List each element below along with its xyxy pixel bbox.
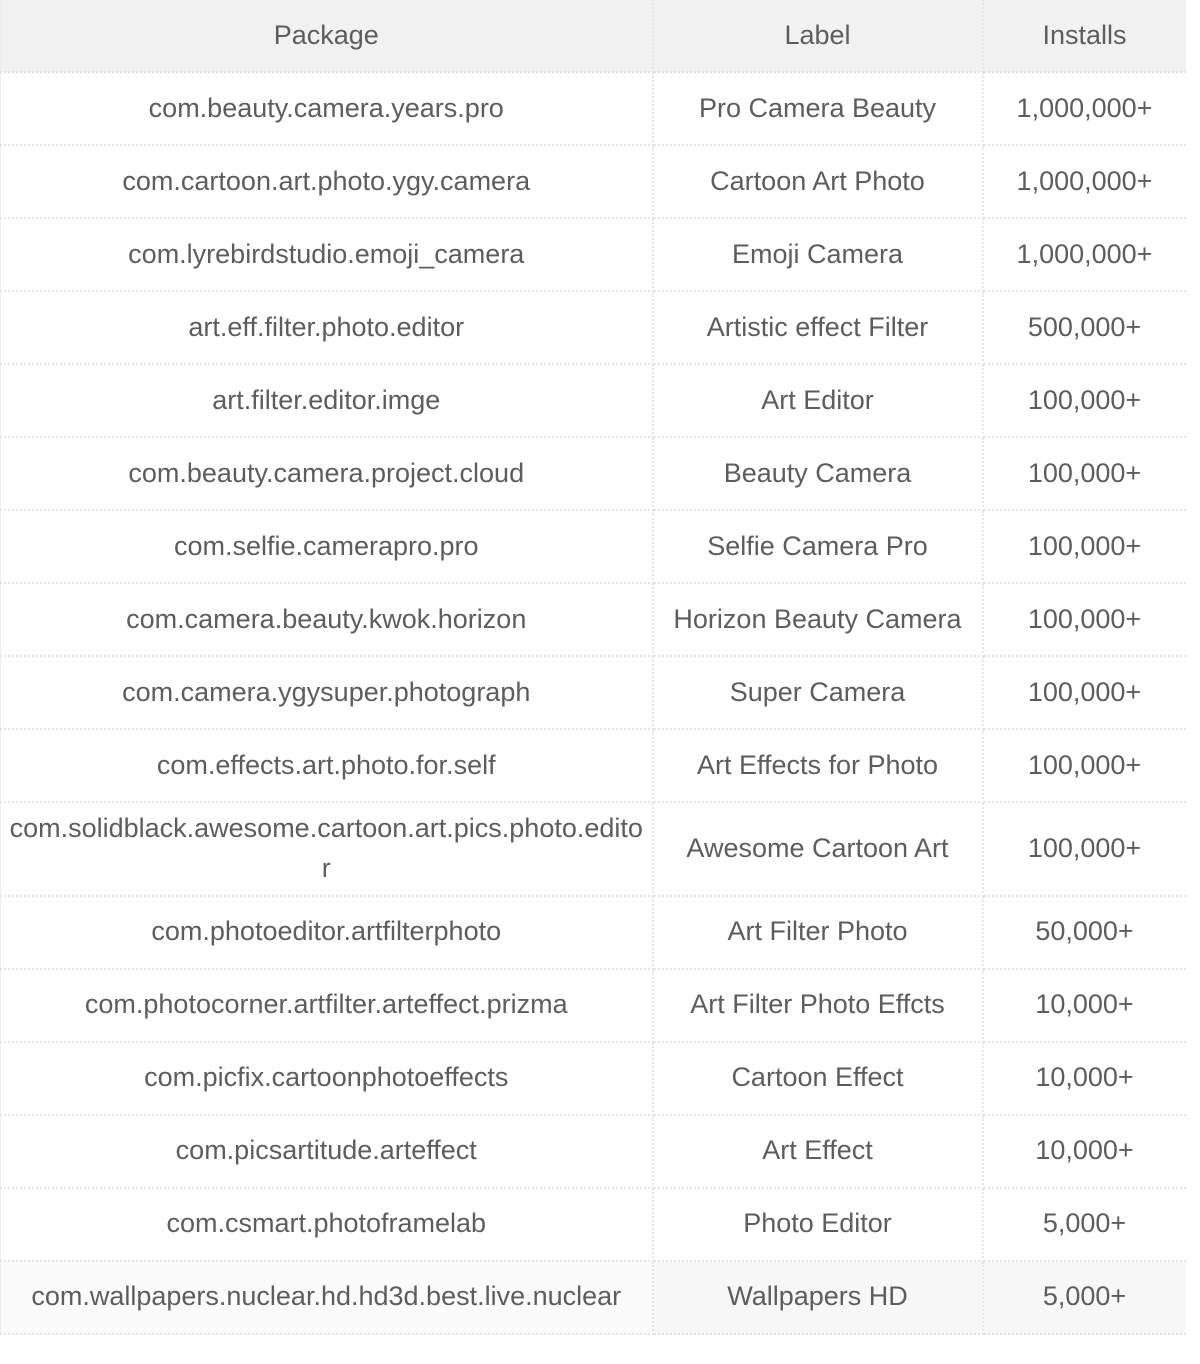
cell-label: Cartoon Effect (652, 1041, 984, 1116)
cell-label: Art Filter Photo (652, 895, 984, 970)
cell-installs: 100,000+ (982, 437, 1186, 511)
cell-package: com.picfix.cartoonphotoeffects (0, 1041, 654, 1116)
table-row[interactable]: com.picfix.cartoonphotoeffects Cartoon Ef… (0, 1041, 1186, 1116)
table-row[interactable]: art.filter.editor.imge Art Editor 100,000+ (0, 364, 1186, 438)
cell-label: Cartoon Art Photo (652, 145, 984, 219)
cell-label: Artistic effect Filter (652, 291, 984, 365)
table-row[interactable]: com.camera.beauty.kwok.horizon Horizon Be… (0, 583, 1186, 657)
table-header: Package Label Installs (0, 0, 1186, 73)
cell-package: com.picsartitude.arteffect (0, 1114, 654, 1189)
cell-label: Art Filter Photo Effcts (652, 968, 984, 1043)
cell-package: com.beauty.camera.project.cloud (0, 437, 654, 511)
cell-package: com.lyrebirdstudio.emoji_camera (0, 218, 654, 292)
cell-label: Photo Editor (652, 1187, 984, 1262)
cell-package: com.photocorner.artfilter.arteffect.priz… (0, 968, 654, 1043)
column-header-installs[interactable]: Installs (982, 0, 1186, 73)
cell-package: com.camera.beauty.kwok.horizon (0, 583, 654, 657)
cell-package: com.beauty.camera.years.pro (0, 72, 654, 146)
cell-label: Awesome Cartoon Art (652, 802, 984, 897)
cell-installs: 10,000+ (982, 1041, 1186, 1116)
cell-installs: 1,000,000+ (982, 218, 1186, 292)
cell-package: com.wallpapers.nuclear.hd.hd3d.best.live… (0, 1260, 654, 1335)
table-row[interactable]: com.effects.art.photo.for.self Art Effect… (0, 729, 1186, 803)
column-header-package[interactable]: Package (0, 0, 654, 73)
cell-label: Wallpapers HD (652, 1260, 984, 1335)
table-row[interactable]: com.wallpapers.nuclear.hd.hd3d.best.live… (0, 1260, 1186, 1335)
cell-package: com.photoeditor.artfilterphoto (0, 895, 654, 970)
cell-label: Beauty Camera (652, 437, 984, 511)
table-row[interactable]: com.cartoon.art.photo.ygy.camera Cartoon … (0, 145, 1186, 219)
table-row[interactable]: com.lyrebirdstudio.emoji_camera Emoji Cam… (0, 218, 1186, 292)
cell-installs: 50,000+ (982, 895, 1186, 970)
cell-label: Emoji Camera (652, 218, 984, 292)
cell-package: art.filter.editor.imge (0, 364, 654, 438)
table-row[interactable]: com.beauty.camera.years.pro Pro Camera Be… (0, 72, 1186, 146)
cell-installs: 100,000+ (982, 510, 1186, 584)
cell-package: art.eff.filter.photo.editor (0, 291, 654, 365)
cell-label: Selfie Camera Pro (652, 510, 984, 584)
table-header-row: Package Label Installs (0, 0, 1186, 73)
table-row[interactable]: com.selfie.camerapro.pro Selfie Camera Pr… (0, 510, 1186, 584)
table-row[interactable]: com.photocorner.artfilter.arteffect.priz… (0, 968, 1186, 1043)
cell-package: com.camera.ygysuper.photograph (0, 656, 654, 730)
table-row[interactable]: com.photoeditor.artfilterphoto Art Filter… (0, 895, 1186, 970)
cell-label: Art Effects for Photo (652, 729, 984, 803)
table-row[interactable]: com.csmart.photoframelab Photo Editor 5,00… (0, 1187, 1186, 1262)
table-row[interactable]: com.picsartitude.arteffect Art Effect 10,0… (0, 1114, 1186, 1189)
package-table-container: Package Label Installs com.beauty.camera… (0, 0, 1200, 1335)
cell-label: Pro Camera Beauty (652, 72, 984, 146)
table-row[interactable]: com.camera.ygysuper.photograph Super Came… (0, 656, 1186, 730)
cell-installs: 10,000+ (982, 1114, 1186, 1189)
cell-installs: 5,000+ (982, 1187, 1186, 1262)
table-row[interactable]: com.beauty.camera.project.cloud Beauty Ca… (0, 437, 1186, 511)
cell-installs: 10,000+ (982, 968, 1186, 1043)
cell-label: Super Camera (652, 656, 984, 730)
cell-installs: 1,000,000+ (982, 72, 1186, 146)
table-row[interactable]: com.solidblack.awesome.cartoon.art.pics.… (0, 802, 1186, 897)
cell-installs: 100,000+ (982, 802, 1186, 897)
cell-package: com.effects.art.photo.for.self (0, 729, 654, 803)
cell-label: Art Editor (652, 364, 984, 438)
cell-installs: 100,000+ (982, 729, 1186, 803)
cell-label: Horizon Beauty Camera (652, 583, 984, 657)
cell-installs: 100,000+ (982, 656, 1186, 730)
cell-installs: 5,000+ (982, 1260, 1186, 1335)
cell-label: Art Effect (652, 1114, 984, 1189)
table-row[interactable]: art.eff.filter.photo.editor Artistic effe… (0, 291, 1186, 365)
package-table: Package Label Installs com.beauty.camera… (0, 0, 1186, 1335)
column-header-label[interactable]: Label (652, 0, 984, 73)
cell-package: com.cartoon.art.photo.ygy.camera (0, 145, 654, 219)
cell-installs: 100,000+ (982, 583, 1186, 657)
cell-installs: 1,000,000+ (982, 145, 1186, 219)
table-body: com.beauty.camera.years.pro Pro Camera Be… (0, 72, 1186, 1335)
cell-package: com.selfie.camerapro.pro (0, 510, 654, 584)
cell-installs: 100,000+ (982, 364, 1186, 438)
cell-package: com.csmart.photoframelab (0, 1187, 654, 1262)
cell-installs: 500,000+ (982, 291, 1186, 365)
cell-package: com.solidblack.awesome.cartoon.art.pics.… (0, 802, 654, 897)
